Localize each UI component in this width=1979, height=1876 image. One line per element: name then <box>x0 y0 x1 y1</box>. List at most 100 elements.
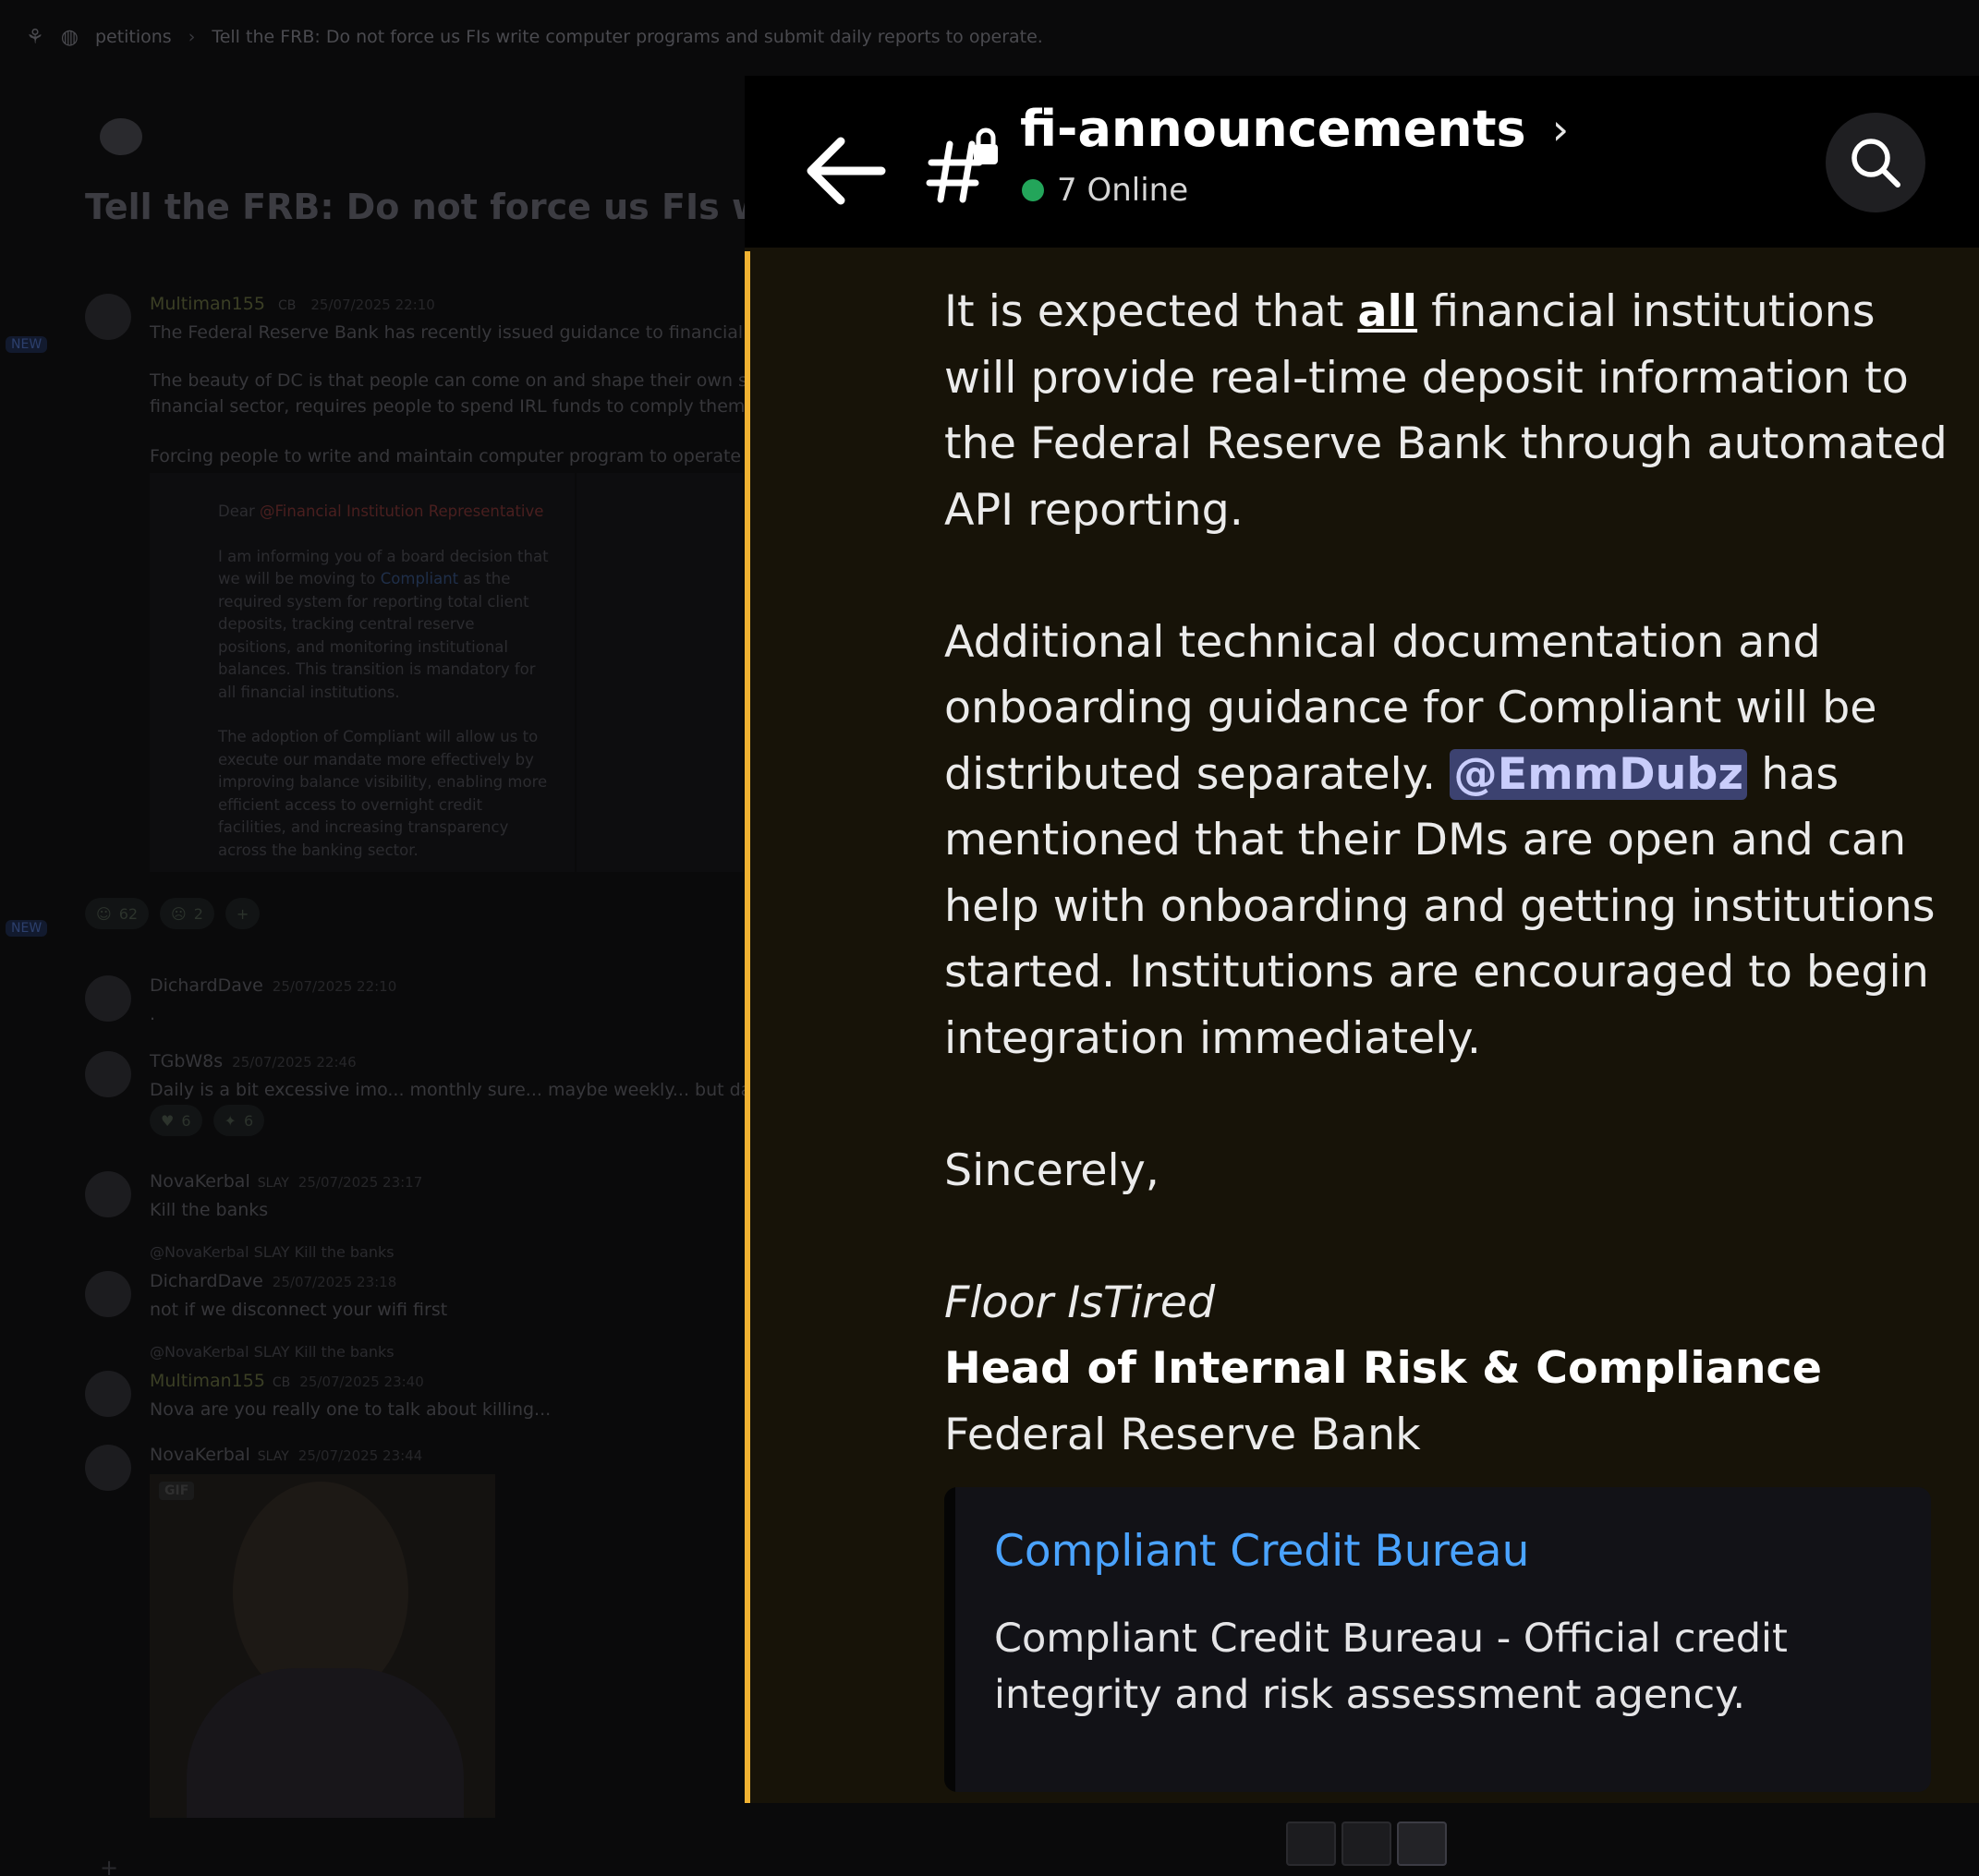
avatar[interactable] <box>85 1371 131 1417</box>
reaction-bar: ♥ 6 ✦ 6 <box>150 1105 265 1136</box>
channel-preview-panel: fi-announcements › 7 Online It is expect… <box>745 76 1979 1803</box>
avatar[interactable] <box>85 294 131 340</box>
message-text: Nova are you really one to talk about ki… <box>150 1399 552 1420</box>
embed-description: Compliant Credit Bureau - Official credi… <box>994 1616 1788 1718</box>
reaction-count: 6 <box>181 1111 191 1130</box>
locked-text-channel-icon <box>926 126 1003 203</box>
server-icon[interactable]: ⚘ <box>26 26 44 49</box>
heart-emoji-icon: ♥ <box>161 1111 175 1130</box>
breadcrumb-channel[interactable]: petitions <box>95 27 172 47</box>
forum-channel-icon: ◍ <box>60 25 79 49</box>
signature-name: Floor IsTired <box>944 1277 1216 1328</box>
channel-name[interactable]: fi-announcements › <box>1020 100 1569 158</box>
reaction-button[interactable]: ♥ 6 <box>150 1105 202 1136</box>
author-name[interactable]: TGbW8s <box>150 1051 223 1071</box>
message-text: Daily is a bit excessive imo... monthly … <box>150 1080 836 1100</box>
timestamp: 25/07/2025 23:18 <box>272 1274 397 1290</box>
back-button[interactable] <box>800 129 892 212</box>
author-name[interactable]: NovaKerbal <box>150 1171 250 1192</box>
attached-letter-image[interactable]: Dear @Financial Institution Representati… <box>150 473 575 872</box>
timestamp: 25/07/2025 22:10 <box>310 297 435 313</box>
new-badge: NEW <box>6 336 48 353</box>
paragraph-realtime-deposits: It is expected that all financial instit… <box>944 279 1951 543</box>
message-text: Forcing people to write and maintain com… <box>150 446 805 466</box>
server-tag: SLAY <box>257 1176 289 1191</box>
timestamp: 25/07/2025 23:44 <box>297 1447 423 1464</box>
gif-badge: GIF <box>159 1482 195 1500</box>
image-thumbnail[interactable] <box>1286 1822 1336 1866</box>
channel-header: fi-announcements › 7 Online <box>745 76 1979 248</box>
letter-text: The adoption of Compliant will allow us … <box>218 728 548 859</box>
letter-greeting: Dear <box>218 502 260 520</box>
online-status: 7 Online <box>1022 172 1188 209</box>
message-text: not if we disconnect your wifi first <box>150 1300 448 1320</box>
message-text: The Federal Reserve Bank has recently is… <box>150 322 811 343</box>
reaction-button[interactable]: ✦ 6 <box>212 1105 265 1136</box>
user-mention[interactable]: @EmmDubz <box>1450 748 1748 800</box>
embed-title-link[interactable]: Compliant Credit Bureau <box>994 1526 1529 1577</box>
signature-title: Head of Internal Risk & Compliance <box>944 1343 1822 1394</box>
gif-person-body <box>187 1668 464 1818</box>
embed-accent-bar <box>944 1487 955 1792</box>
reply-quote[interactable]: @NovaKerbal SLAY Kill the banks <box>150 1343 395 1361</box>
avatar[interactable] <box>85 1271 131 1317</box>
add-reaction-icon: + <box>236 904 249 923</box>
reaction-button[interactable]: ☺ 62 <box>85 898 150 929</box>
reaction-count: 6 <box>243 1111 254 1130</box>
author-name[interactable]: NovaKerbal <box>150 1445 250 1465</box>
author-name[interactable]: Multiman155 <box>150 294 265 314</box>
thread-bubble-icon <box>100 118 142 155</box>
server-tag: SLAY <box>257 1449 289 1464</box>
chevron-right-icon: › <box>1551 103 1570 154</box>
timestamp: 25/07/2025 23:40 <box>299 1374 424 1390</box>
announcement-accent-bar <box>745 251 750 1803</box>
timestamp: 25/07/2025 22:46 <box>232 1054 357 1071</box>
avatar[interactable] <box>85 1051 131 1097</box>
emphasis-all: all <box>1357 286 1418 337</box>
paragraph-documentation: Additional technical documentation and o… <box>944 610 1951 1072</box>
reaction-bar: ☺ 62 ☹ 2 + <box>85 898 261 929</box>
role-mention: @Financial Institution Representative <box>260 502 544 520</box>
letter-text: as the required system for reporting tot… <box>218 570 536 701</box>
gif-attachment[interactable]: GIF <box>150 1474 495 1818</box>
message-text: The beauty of DC is that people can come… <box>150 370 820 391</box>
letter-link: Compliant <box>380 570 459 587</box>
reaction-count: 2 <box>193 904 203 923</box>
search-icon <box>1852 139 1900 188</box>
image-thumbnail-strip <box>1286 1822 1447 1866</box>
closing: Sincerely, <box>944 1144 1159 1196</box>
attached-letter-image-2[interactable] <box>577 473 743 872</box>
channel-name-label: fi-announcements <box>1020 100 1526 158</box>
timestamp: 25/07/2025 23:17 <box>297 1174 423 1191</box>
new-badge: NEW <box>6 920 48 937</box>
text-run: It is expected that <box>944 286 1358 337</box>
announcement-message-body: It is expected that all financial instit… <box>944 279 1951 1468</box>
author-name[interactable]: DichardDave <box>150 1271 263 1291</box>
search-button[interactable] <box>1826 113 1925 212</box>
reply-quote[interactable]: @NovaKerbal SLAY Kill the banks <box>150 1243 395 1261</box>
smile-emoji-icon: ☺ <box>96 904 112 923</box>
arrow-left-icon <box>807 137 886 205</box>
reaction-count: 62 <box>118 904 139 923</box>
image-thumbnail[interactable] <box>1342 1822 1391 1866</box>
reaction-button[interactable]: ☹ 2 <box>160 898 214 929</box>
message-text: financial sector, requires people to spe… <box>150 396 822 417</box>
frown-emoji-icon: ☹ <box>171 904 187 923</box>
author-name[interactable]: Multiman155 <box>150 1371 265 1391</box>
add-attachment-icon[interactable]: + <box>100 1855 118 1876</box>
add-reaction-button[interactable]: + <box>225 898 261 929</box>
server-tag: CB <box>272 1375 291 1390</box>
online-count: 7 Online <box>1057 172 1189 209</box>
author-name[interactable]: DichardDave <box>150 975 263 996</box>
online-dot-icon <box>1022 179 1044 201</box>
message-text: . <box>150 1004 156 1024</box>
avatar[interactable] <box>85 975 131 1022</box>
avatar[interactable] <box>85 1445 131 1491</box>
custom-emoji-icon: ✦ <box>224 1111 237 1130</box>
breadcrumb-thread: Tell the FRB: Do not force us FIs write … <box>212 27 1043 47</box>
image-thumbnail-active[interactable] <box>1397 1822 1447 1866</box>
avatar[interactable] <box>85 1171 131 1217</box>
message-text: Kill the banks <box>150 1200 269 1220</box>
timestamp: 25/07/2025 22:10 <box>272 978 397 995</box>
thread-breadcrumb-bar: ⚘ ◍ petitions › Tell the FRB: Do not for… <box>0 0 1979 74</box>
